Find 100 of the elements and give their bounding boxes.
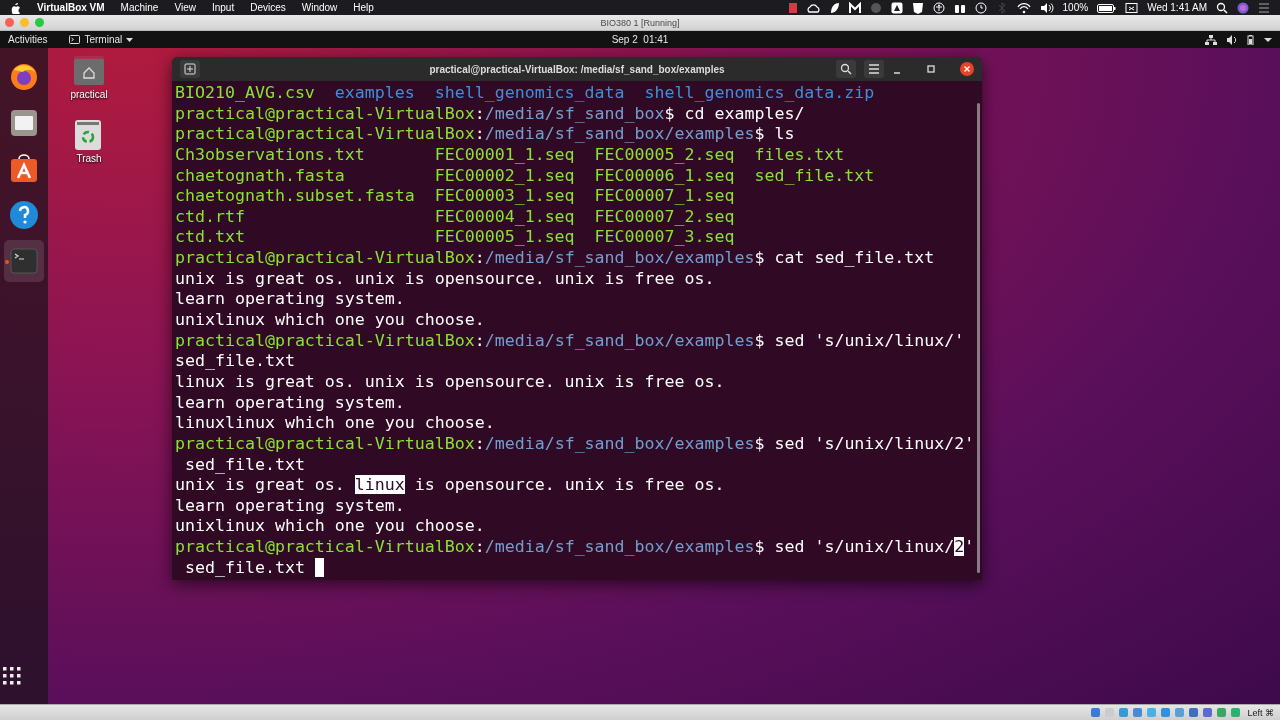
desktop-icon-label[interactable]: Trash <box>76 153 102 164</box>
apple-icon[interactable] <box>10 1 21 14</box>
app-grid-icon[interactable] <box>2 666 24 688</box>
activities-button[interactable]: Activities <box>8 34 48 45</box>
menu-button[interactable] <box>864 60 884 78</box>
app-menu[interactable]: Terminal <box>84 34 123 45</box>
menu-item[interactable]: Input <box>211 2 235 13</box>
history-icon[interactable] <box>974 1 987 14</box>
prompt-path: /media/sf_sand_box/examples <box>484 433 755 453</box>
menu-item[interactable]: Machine <box>120 2 159 13</box>
maximize-icon[interactable] <box>926 64 936 74</box>
scrollbar[interactable] <box>977 103 980 573</box>
directory-name: shell_genomics_data <box>434 83 625 102</box>
prompt-user: practical@practical-VirtualBox <box>175 124 475 144</box>
file-name: FEC00005_2.seq <box>594 144 735 164</box>
prompt-user: practical@practical-VirtualBox <box>175 330 475 350</box>
search-icon[interactable] <box>1216 1 1228 14</box>
device-icon[interactable] <box>1188 707 1200 718</box>
caret-icon[interactable] <box>126 37 134 42</box>
orb-icon[interactable] <box>1237 1 1249 14</box>
cloud-icon[interactable] <box>806 1 820 14</box>
triangle-icon[interactable] <box>890 1 903 14</box>
menubar-clock[interactable]: Wed 1:41 AM <box>1147 2 1207 13</box>
leaf-icon[interactable] <box>828 1 840 14</box>
topbar-clock[interactable]: Sep 2 01:41 <box>611 34 669 45</box>
terminal-text: learn operating system. <box>175 495 405 515</box>
prompt-path: /media/sf_sand_box <box>484 103 665 123</box>
terminal-text: $ cat sed_file.txt <box>754 248 935 268</box>
file-name: BIO210_AVG.csv <box>175 83 315 102</box>
close-icon[interactable] <box>960 62 974 76</box>
terminal-text: sed_file.txt <box>184 454 305 474</box>
display-icon[interactable] <box>1125 1 1139 14</box>
terminal-text: unix is great os. unix is opensource. unix is free os. <box>175 268 715 288</box>
person-icon[interactable] <box>932 1 945 14</box>
terminal-icon[interactable] <box>69 35 81 44</box>
volume-icon[interactable] <box>1039 1 1054 14</box>
help-icon[interactable] <box>9 200 39 230</box>
battery-icon[interactable] <box>1246 34 1255 45</box>
search-button[interactable] <box>836 60 856 78</box>
menu-item[interactable]: Window <box>301 2 338 13</box>
terminal-text: unix is great os. <box>175 475 346 495</box>
terminal-text: : <box>474 330 485 350</box>
cursor-character: 2 <box>954 537 965 557</box>
app-menu[interactable]: VirtualBox VM <box>37 2 105 13</box>
menu-item[interactable]: Devices <box>250 2 286 13</box>
file-name: FEC00007_3.seq <box>594 227 735 247</box>
terminal-text: : <box>474 124 485 144</box>
desktop-icon-label[interactable]: practical <box>70 89 108 100</box>
prompt-user: practical@practical-VirtualBox <box>175 248 475 268</box>
file-name: chaetognath.subset.fasta <box>175 186 415 206</box>
battery-icon[interactable] <box>1097 1 1117 14</box>
device-icon[interactable] <box>1160 707 1172 718</box>
file-name: FEC00002_1.seq <box>434 165 575 185</box>
shopping-bag-icon[interactable] <box>9 154 39 184</box>
terminal-text: $ sed 's/unix/linux/ <box>754 537 955 557</box>
menu-item[interactable]: View <box>174 2 196 13</box>
network-icon[interactable] <box>1205 34 1217 45</box>
terminal-title: practical@practical-VirtualBox: /media/sf_sand_box/examples <box>429 63 725 75</box>
file-name: sed_file.txt <box>754 165 875 185</box>
file-name: FEC00003_1.seq <box>434 186 575 206</box>
prompt-path: /media/sf_sand_box/examples <box>484 330 755 350</box>
file-name: Ch3observations.txt <box>175 144 365 164</box>
caret-icon[interactable] <box>1264 37 1272 42</box>
directory-name: shell_genomics_data.zip <box>644 83 875 102</box>
prompt-user: practical@practical-VirtualBox <box>175 537 475 557</box>
wifi-icon[interactable] <box>1016 1 1031 14</box>
file-name: FEC00007_1.seq <box>594 186 735 206</box>
device-icon[interactable] <box>1132 707 1144 718</box>
square-icon[interactable] <box>787 1 798 14</box>
device-icon[interactable] <box>1090 707 1102 718</box>
terminal-text: is opensource. unix is free os. <box>413 475 725 495</box>
terminal-text: linux is great os. unix is opensource. unix is free os. <box>175 371 725 391</box>
directory-name: examples <box>334 83 415 102</box>
terminal-text: unixlinux which one you choose. <box>175 516 485 536</box>
letter-m-icon[interactable] <box>848 1 861 14</box>
host-key-label: Left ⌘ <box>1247 707 1274 718</box>
browser-icon[interactable] <box>9 62 39 92</box>
file-name: chaetognath.fasta <box>175 165 345 185</box>
file-name: ctd.txt <box>175 227 245 247</box>
prompt-path: /media/sf_sand_box/examples <box>484 537 755 557</box>
prompt-path: /media/sf_sand_box/examples <box>484 248 755 268</box>
new-tab-button[interactable] <box>180 60 200 78</box>
volume-icon[interactable] <box>1226 34 1237 45</box>
highlighted-match: linux <box>354 475 405 495</box>
home-folder-icon[interactable] <box>72 54 106 88</box>
terminal-text: $ cd examples/ <box>664 103 805 123</box>
file-name: ctd.rtf <box>175 206 245 226</box>
terminal-text: sed_file.txt <box>184 557 306 577</box>
device-icon[interactable] <box>1202 707 1214 718</box>
terminal-text: ' <box>964 537 975 557</box>
list-icon[interactable] <box>1258 1 1270 14</box>
folder-icon[interactable] <box>9 108 39 138</box>
file-name: FEC00006_1.seq <box>594 165 735 185</box>
search-icon <box>840 63 852 75</box>
terminal-text: : <box>474 103 485 123</box>
terminal-text: linuxlinux which one you choose. <box>175 413 495 433</box>
terminal-text: : <box>474 248 485 268</box>
terminal-text: $ sed 's/unix/linux/2' <box>754 433 975 453</box>
prompt-user: practical@practical-VirtualBox <box>175 433 475 453</box>
menu-item[interactable]: Help <box>353 2 374 13</box>
